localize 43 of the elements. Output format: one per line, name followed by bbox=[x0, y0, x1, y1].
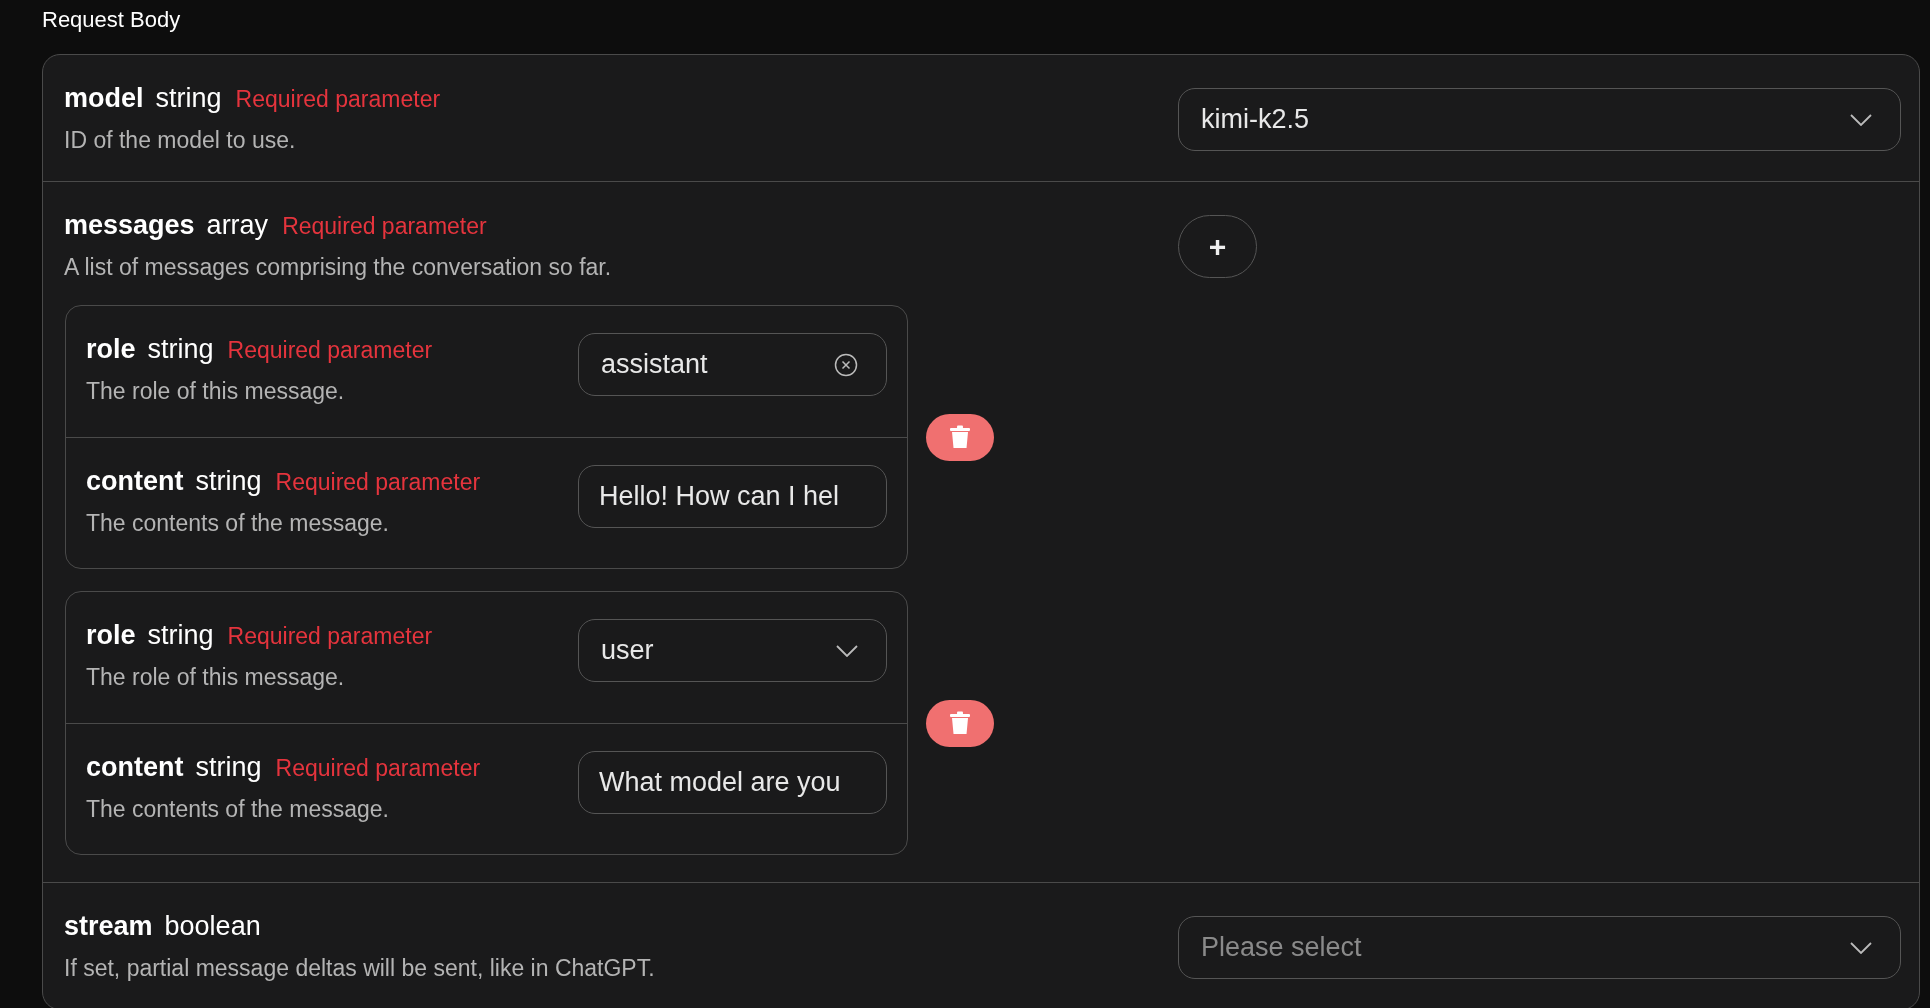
param-type: boolean bbox=[164, 911, 261, 942]
param-name: model bbox=[64, 83, 144, 114]
add-button[interactable]: + bbox=[1178, 215, 1257, 278]
param-type: string bbox=[195, 752, 262, 783]
text-field[interactable]: What model are you bbox=[578, 751, 887, 814]
clear-icon[interactable] bbox=[834, 352, 858, 377]
param-name: stream bbox=[64, 911, 153, 942]
chevron-down-icon bbox=[1850, 941, 1872, 954]
required-label: Required parameter bbox=[227, 337, 433, 364]
param-type: string bbox=[195, 466, 262, 497]
select-field[interactable]: user bbox=[578, 619, 887, 682]
required-label: Required parameter bbox=[275, 469, 481, 496]
delete-button[interactable] bbox=[926, 413, 994, 461]
required-label: Required parameter bbox=[275, 755, 481, 782]
required-label: Required parameter bbox=[282, 213, 487, 240]
text-field[interactable]: assistant bbox=[578, 333, 887, 396]
param-name: messages bbox=[64, 210, 195, 241]
param-description: ID of the model to use. bbox=[64, 127, 297, 154]
chevron-down-icon bbox=[836, 644, 858, 657]
param-description: The role of this message. bbox=[86, 378, 346, 405]
required-label: Required parameter bbox=[227, 623, 433, 650]
param-type: array bbox=[206, 210, 269, 241]
param-description: The contents of the message. bbox=[86, 510, 390, 537]
param-name: content bbox=[86, 752, 184, 783]
param-description: The role of this message. bbox=[86, 664, 346, 691]
delete-button[interactable] bbox=[926, 699, 994, 747]
param-type: string bbox=[147, 620, 214, 651]
param-name: role bbox=[86, 620, 136, 651]
select-field[interactable]: kimi-k2.5 bbox=[1178, 88, 1901, 151]
chevron-down-icon bbox=[1850, 113, 1872, 126]
param-type: string bbox=[155, 83, 222, 114]
param-name: role bbox=[86, 334, 136, 365]
param-description: If set, partial message deltas will be sent, like in ChatGPT. bbox=[64, 955, 656, 982]
param-description: The contents of the message. bbox=[86, 796, 390, 823]
text-field[interactable]: Hello! How can I hel bbox=[578, 465, 887, 528]
param-type: string bbox=[147, 334, 214, 365]
section-title: Request Body bbox=[42, 8, 182, 34]
trash-icon bbox=[949, 711, 971, 735]
trash-icon bbox=[949, 425, 971, 449]
param-name: content bbox=[86, 466, 184, 497]
select-field[interactable]: Please select bbox=[1178, 916, 1901, 979]
param-description: A list of messages comprising the conversation so far. bbox=[64, 254, 613, 281]
required-label: Required parameter bbox=[235, 86, 441, 113]
